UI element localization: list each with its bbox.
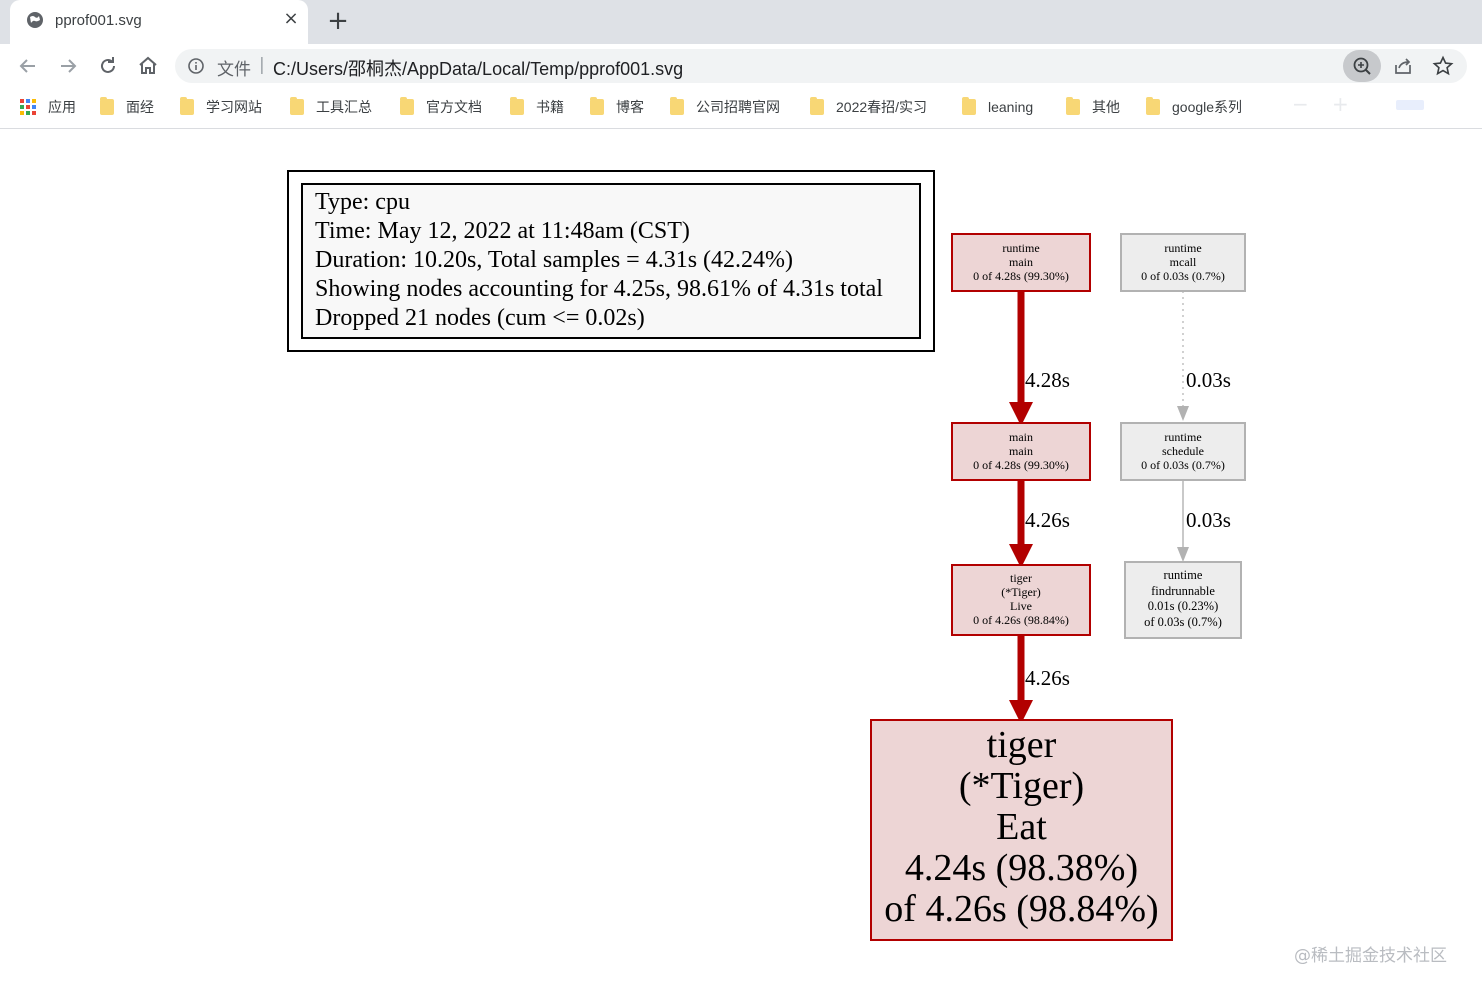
node-line: main bbox=[1009, 444, 1033, 458]
watermark: @稀土掘金技术社区 bbox=[1294, 946, 1447, 966]
node-line: 0 of 0.03s (0.7%) bbox=[1141, 269, 1225, 283]
node-line: 0 of 4.28s (99.30%) bbox=[973, 458, 1069, 472]
node-line: schedule bbox=[1162, 444, 1204, 458]
edge-label: 4.26s bbox=[1025, 508, 1070, 532]
node-line: (*Tiger) bbox=[1001, 585, 1041, 599]
node-line: tiger bbox=[986, 724, 1057, 766]
edge-runtime-main-to-main-main[interactable] bbox=[1009, 291, 1033, 426]
node-line: mcall bbox=[1169, 255, 1197, 269]
node-main-main[interactable]: main main 0 of 4.28s (99.30%) bbox=[951, 422, 1091, 481]
node-line: (*Tiger) bbox=[958, 765, 1085, 807]
node-line: main bbox=[1009, 255, 1033, 269]
node-line: 4.24s (98.38%) bbox=[904, 847, 1139, 889]
node-line: 0 of 0.03s (0.7%) bbox=[1141, 458, 1225, 472]
node-line: of 4.26s (98.84%) bbox=[884, 888, 1159, 930]
edge-label: 0.03s bbox=[1186, 368, 1231, 392]
node-line: Eat bbox=[996, 806, 1047, 848]
node-line: 0.01s (0.23%) bbox=[1147, 599, 1219, 613]
node-runtime-schedule[interactable]: runtime schedule 0 of 0.03s (0.7%) bbox=[1120, 422, 1246, 481]
node-line: runtime bbox=[1164, 430, 1202, 444]
node-runtime-findrunnable[interactable]: runtime findrunnable 0.01s (0.23%) of 0.… bbox=[1124, 561, 1242, 639]
node-line: runtime bbox=[1002, 241, 1040, 255]
edge-label: 4.26s bbox=[1025, 666, 1070, 690]
node-line: runtime bbox=[1163, 568, 1203, 582]
node-line: 0 of 4.26s (98.84%) bbox=[973, 613, 1069, 627]
node-tiger-live[interactable]: tiger (*Tiger) Live 0 of 4.26s (98.84%) bbox=[951, 564, 1091, 636]
node-line: Live bbox=[1010, 599, 1032, 613]
node-line: runtime bbox=[1164, 241, 1202, 255]
edge-label: 0.03s bbox=[1186, 508, 1231, 532]
node-line: tiger bbox=[1010, 571, 1032, 585]
node-tiger-eat[interactable]: tiger (*Tiger) Eat 4.24s (98.38%) of 4.2… bbox=[870, 719, 1173, 941]
edge-label: 4.28s bbox=[1025, 368, 1070, 392]
edge-mcall-to-schedule[interactable] bbox=[1177, 291, 1189, 421]
node-line: 0 of 4.28s (99.30%) bbox=[973, 269, 1069, 283]
node-runtime-main[interactable]: runtime main 0 of 4.28s (99.30%) bbox=[951, 233, 1091, 292]
graph-edges bbox=[1009, 291, 1189, 724]
node-line: main bbox=[1009, 430, 1033, 444]
node-runtime-mcall[interactable]: runtime mcall 0 of 0.03s (0.7%) bbox=[1120, 233, 1246, 292]
node-line: findrunnable bbox=[1151, 583, 1215, 598]
node-line: of 0.03s (0.7%) bbox=[1144, 614, 1222, 629]
